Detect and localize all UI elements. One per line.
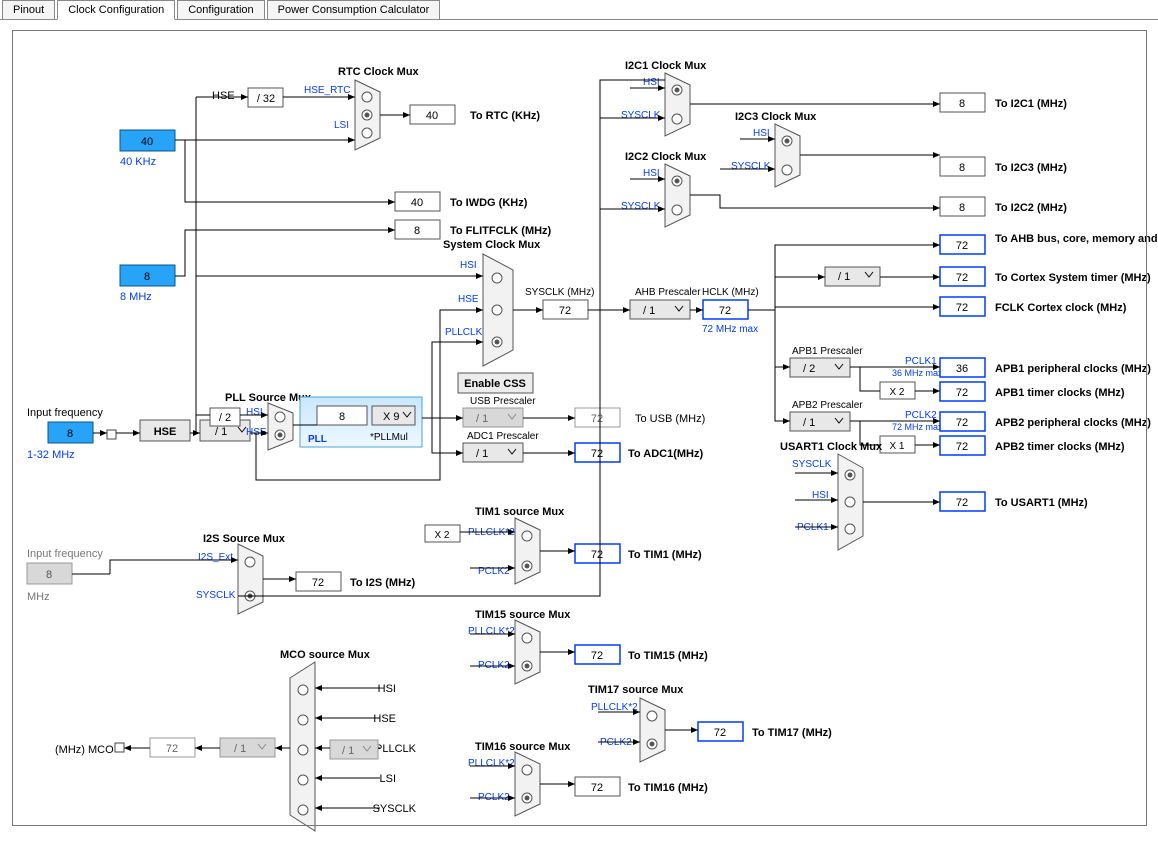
- tab-configuration[interactable]: Configuration: [177, 0, 264, 19]
- tab-bar: Pinout Clock Configuration Configuration…: [0, 0, 1158, 20]
- diagram-frame: [12, 30, 1147, 826]
- tab-power[interactable]: Power Consumption Calculator: [267, 0, 441, 19]
- tab-pinout[interactable]: Pinout: [2, 0, 55, 19]
- tab-clock-configuration[interactable]: Clock Configuration: [57, 0, 175, 20]
